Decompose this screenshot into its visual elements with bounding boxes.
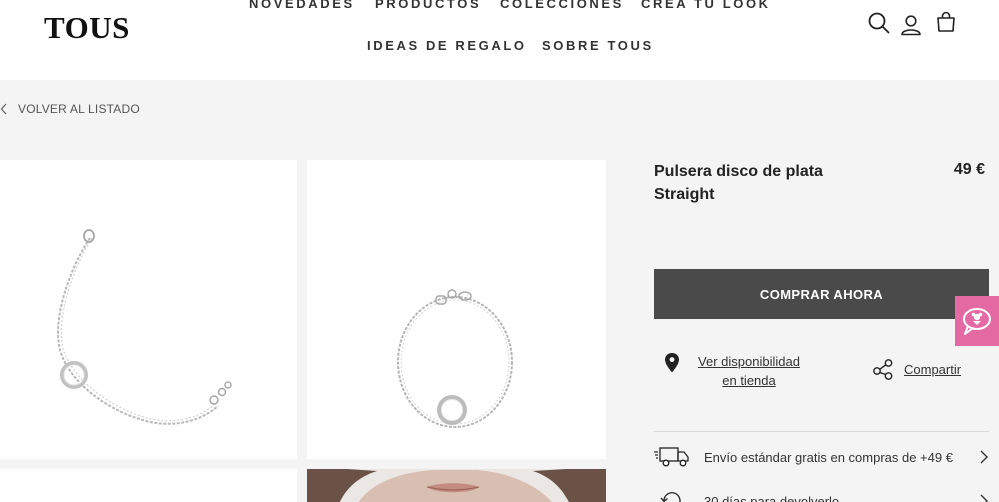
nav-ideas-de-regalo[interactable]: IDEAS DE REGALO <box>367 38 527 53</box>
back-label: VOLVER AL LISTADO <box>18 102 140 116</box>
site-header: TOUS NOVEDADES PRODUCTOS COLECCIONES CRE… <box>0 0 999 80</box>
share-icon <box>873 359 893 380</box>
availability-line-2: en tienda <box>722 373 776 388</box>
product-image-1[interactable] <box>0 160 297 459</box>
shipping-text: Envío estándar gratis en compras de +49 … <box>704 449 953 465</box>
brand-logo[interactable]: TOUS <box>44 10 130 46</box>
product-image-model[interactable] <box>307 469 606 502</box>
chat-icon <box>963 308 991 335</box>
model-photo <box>307 469 606 502</box>
shipping-info-row[interactable]: Envío estándar gratis en compras de +49 … <box>654 444 989 470</box>
returns-icon <box>660 492 681 502</box>
nav-novedades[interactable]: NOVEDADES <box>249 0 355 11</box>
nav-colecciones[interactable]: COLECCIONES <box>500 0 624 11</box>
product-image-3[interactable] <box>0 469 297 502</box>
bracelet-image <box>57 229 232 425</box>
chevron-left-icon <box>0 103 7 115</box>
nav-crea-tu-look[interactable]: CREA TU LOOK <box>641 0 771 11</box>
back-to-list-link[interactable]: VOLVER AL LISTADO <box>0 101 140 117</box>
returns-info-row[interactable]: 30 días para devolverlo <box>654 488 989 502</box>
product-name: Pulsera disco de plata Straight <box>654 163 823 203</box>
chevron-right-icon <box>980 450 988 464</box>
delivery-truck-icon <box>654 447 689 467</box>
product-price: 49 € <box>953 161 985 178</box>
store-availability-link[interactable]: Ver disponibilidad en tienda <box>664 352 807 390</box>
share-label: Compartir <box>904 361 962 377</box>
share-link[interactable]: Compartir <box>872 358 961 380</box>
nav-productos[interactable]: PRODUCTOS <box>375 0 481 11</box>
availability-line-1: Ver disponibilidad <box>698 354 800 369</box>
nav-sobre-tous[interactable]: SOBRE TOUS <box>542 38 654 53</box>
chat-widget[interactable] <box>955 296 999 346</box>
location-pin-icon <box>665 353 679 373</box>
search-icon[interactable] <box>867 11 891 35</box>
user-icon[interactable] <box>899 13 923 37</box>
bracelet-worn-image <box>397 289 513 428</box>
returns-text: 30 días para devolverlo <box>704 493 840 502</box>
buy-now-button[interactable]: COMPRAR AHORA <box>654 269 989 319</box>
divider <box>654 431 989 432</box>
bag-icon[interactable] <box>934 10 958 34</box>
product-image-2[interactable] <box>307 160 606 459</box>
chevron-right-icon <box>980 494 988 502</box>
